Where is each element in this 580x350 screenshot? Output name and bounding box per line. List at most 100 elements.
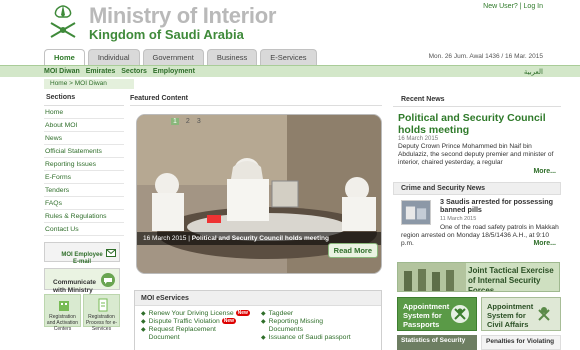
soldiers-photo [398, 263, 466, 291]
employee-email-button[interactable]: MOI Employee E-mail [44, 242, 120, 265]
registration-centers-tile[interactable]: Registration and Activation Centers [44, 294, 81, 332]
site-header: Ministry of Interior Kingdom of Saudi Ar… [0, 0, 580, 46]
emblem-icon [538, 307, 550, 321]
tactical-exercise-banner[interactable]: Joint Tactical Exercise of Internal Secu… [397, 262, 560, 292]
banner-text: Joint Tactical Exercise of Internal Secu… [468, 266, 554, 292]
bullet-icon: ◆ [141, 319, 146, 325]
civil-affairs-appointment-tile[interactable]: Appointment System for Civil Affairs [481, 297, 561, 331]
subnav-moi-diwan[interactable]: MOI Diwan [44, 68, 80, 75]
site-subtitle: Kingdom of Saudi Arabia [89, 27, 244, 42]
breadcrumb-current[interactable]: MOI Diwan [75, 80, 107, 87]
caption-title: Political and Security Council holds mee… [191, 235, 329, 242]
bullet-icon: ◆ [141, 327, 146, 333]
login-link[interactable]: Log In [524, 3, 543, 10]
slide-dot-3[interactable]: 3 [197, 118, 201, 125]
sidebar-item-rules[interactable]: Rules & Regulations [44, 210, 124, 223]
service-request-replacement-cont[interactable]: ◆Document [141, 334, 250, 342]
communicate-label: Communicate with Ministry [53, 279, 96, 294]
arabic-language-link[interactable]: العربية [524, 68, 543, 76]
sidebar-item-faqs[interactable]: FAQs [44, 197, 124, 210]
slide-dot-2[interactable]: 2 [186, 118, 190, 125]
service-label: Documents [268, 326, 304, 333]
passports-appointment-tile[interactable]: Appointment System for Passports [397, 297, 477, 331]
sidebar-item-tenders[interactable]: Tenders [44, 184, 124, 197]
service-tagdeer[interactable]: ◆ Tagdeer [261, 310, 351, 318]
tab-government[interactable]: Government [142, 49, 204, 65]
service-saudi-passport[interactable]: ◆ Issuance of Saudi passport [261, 334, 351, 342]
bullet-icon: ◆ [141, 311, 146, 317]
envelope-icon [106, 249, 116, 257]
service-label: Renew Your Driving License [148, 310, 234, 317]
tab-business[interactable]: Business [206, 49, 258, 65]
sidebar-item-official-statements[interactable]: Official Statements [44, 145, 124, 158]
sidebar-title: Sections [44, 92, 124, 106]
registration-centers-label: Registration and Activation Centers [46, 314, 79, 332]
emblem-icon [451, 305, 469, 323]
subnav-employment[interactable]: Employment [153, 68, 195, 75]
appointment-promos: Appointment System for Passports Appoint… [397, 297, 561, 331]
bullet-icon: ◆ [261, 311, 266, 317]
bullet-icon: ◆ [261, 319, 266, 325]
tab-e-services[interactable]: E-Services [260, 49, 317, 65]
new-badge: New [235, 310, 250, 316]
saudi-emblem-icon[interactable] [43, 3, 83, 41]
service-reporting-missing[interactable]: ◆ Reporting Missing [261, 318, 351, 326]
bullet-icon: ◆ [261, 335, 266, 341]
tab-home[interactable]: Home [44, 49, 85, 65]
recent-news-title: Recent News [393, 92, 561, 107]
breadcrumb-home[interactable]: Home [50, 80, 67, 87]
recent-news-more-link[interactable]: More... [533, 168, 556, 175]
link-separator: | [519, 3, 522, 10]
penalties-tile[interactable]: Penalties for Violating [481, 335, 561, 350]
crime-news-thumbnail[interactable] [401, 200, 431, 225]
sidebar-item-home[interactable]: Home [44, 106, 124, 119]
registration-process-label: Registration Process for e-Services [85, 314, 118, 332]
tab-individual[interactable]: Individual [87, 49, 140, 65]
subnav-sectors[interactable]: Sectors [121, 68, 147, 75]
caption-date: 16 March 2015 [143, 235, 187, 242]
sub-navigation: MOI Diwan Emirates Sectors Employment ال… [0, 65, 580, 77]
sidebar-item-contact[interactable]: Contact Us [44, 223, 124, 236]
crime-news-date: 11 March 2015 [440, 216, 477, 222]
service-renew-license[interactable]: ◆ Renew Your Driving License New [141, 310, 250, 318]
site-title: Ministry of Interior [89, 3, 277, 28]
read-more-button[interactable]: Read More [327, 243, 378, 258]
service-label: Document [148, 334, 180, 341]
service-label: Dispute Traffic Violation [148, 318, 220, 325]
communicate-button[interactable]: Communicate with Ministry [44, 268, 120, 294]
sidebar: Sections Home About MOI News Official St… [44, 92, 124, 332]
crime-news-more-link[interactable]: More... [533, 240, 556, 247]
caption-separator: | [188, 235, 190, 242]
new-user-link[interactable]: New User? [483, 3, 518, 10]
service-label: Reporting Missing [268, 318, 324, 325]
breadcrumb-separator: > [69, 80, 73, 87]
slider-pagination: 1 2 3 [171, 118, 201, 125]
sidebar-item-reporting-issues[interactable]: Reporting Issues [44, 158, 124, 171]
new-badge: New [221, 318, 237, 324]
sidebar-item-e-forms[interactable]: E-Forms [44, 171, 124, 184]
main-tabs: Home Individual Government Business E-Se… [44, 49, 317, 65]
chat-icon [101, 273, 115, 287]
crime-news-title: Crime and Security News [393, 182, 561, 195]
service-dispute-violation[interactable]: ◆ Dispute Traffic Violation New [141, 318, 250, 326]
service-request-replacement[interactable]: ◆ Request Replacement [141, 326, 250, 334]
featured-slider[interactable]: 1 2 3 16 March 2015 | Political and Secu… [136, 114, 382, 274]
employee-email-label: MOI Employee E-mail [61, 252, 103, 265]
building-icon [59, 301, 69, 311]
service-reporting-missing-cont[interactable]: ◆Documents [261, 326, 351, 334]
news-column: Recent News Political and Security Counc… [393, 92, 561, 247]
subnav-emirates[interactable]: Emirates [86, 68, 116, 75]
sidebar-item-about[interactable]: About MOI [44, 119, 124, 132]
recent-news-body: Deputy Crown Prince Mohammed bin Naif bi… [398, 143, 554, 166]
account-links: New User? | Log In [483, 3, 543, 10]
registration-process-tile[interactable]: Registration Process for e-Services [83, 294, 120, 332]
eservices-title: MOI eServices [135, 291, 381, 306]
statistics-tile[interactable]: Statistics of Security [397, 335, 477, 350]
featured-title: Featured Content [130, 92, 382, 106]
sidebar-item-news[interactable]: News [44, 132, 124, 145]
slide-dot-1[interactable]: 1 [171, 118, 179, 125]
main-content: Featured Content 1 2 3 16 March 2015 | P… [130, 92, 382, 350]
crime-news-headline[interactable]: 3 Saudis arrested for possessing banned … [440, 198, 558, 214]
recent-news-headline[interactable]: Political and Security Council holds mee… [398, 112, 561, 136]
breadcrumb: Home > MOI Diwan [44, 79, 134, 89]
